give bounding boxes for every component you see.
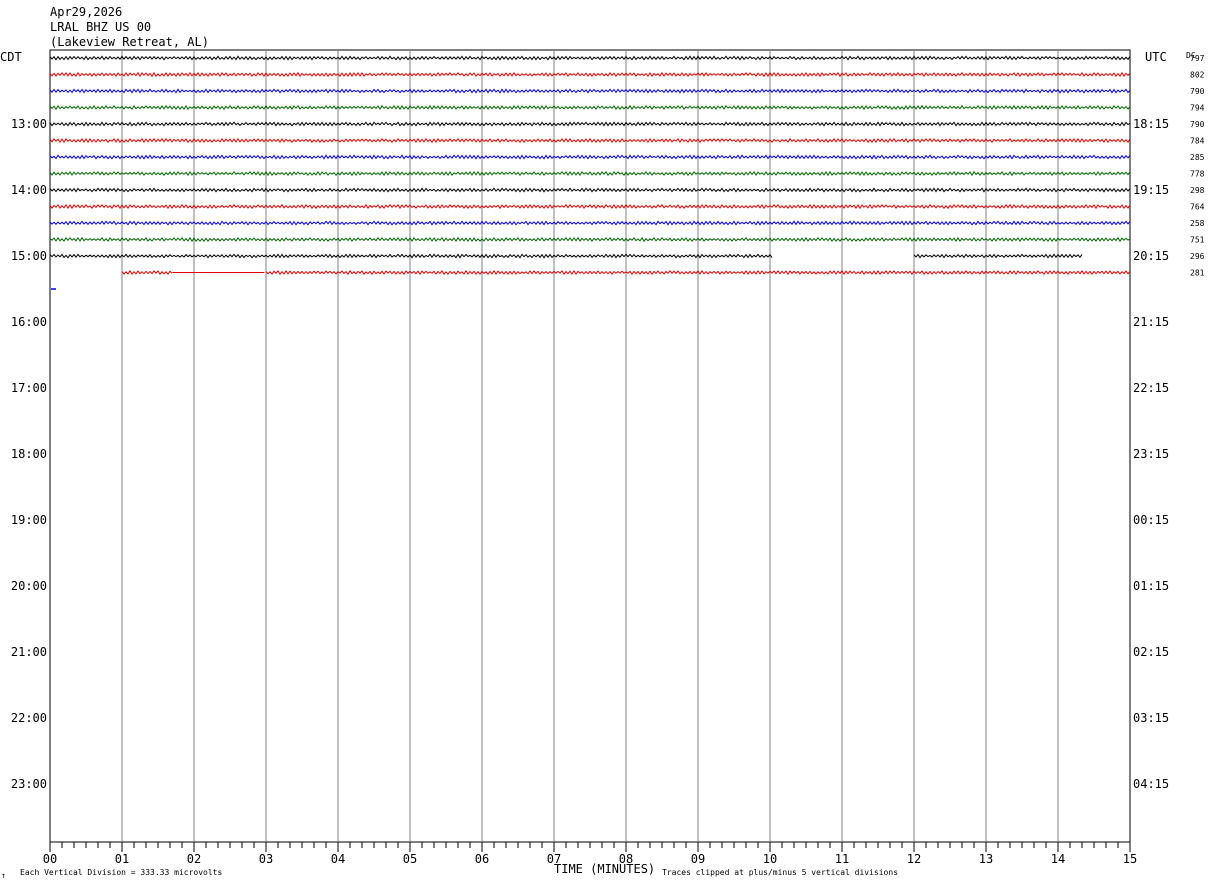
- right-hour-label: 18:15: [1133, 117, 1169, 131]
- right-hour-label: 04:15: [1133, 777, 1169, 791]
- right-hour-label: 23:15: [1133, 447, 1169, 461]
- trace-row-10: [49, 220, 1131, 226]
- x-tick-label: 05: [403, 852, 417, 866]
- x-tick-label: 11: [835, 852, 849, 866]
- x-tick-label: 00: [43, 852, 57, 866]
- dc-value: 794: [1190, 104, 1205, 113]
- trace-row-6: [49, 154, 1131, 160]
- right-hour-label: 00:15: [1133, 513, 1169, 527]
- trace-row-8: [49, 187, 1131, 193]
- trace-row-0: [49, 55, 1131, 61]
- x-tick-label: 15: [1123, 852, 1137, 866]
- right-hour-label: 01:15: [1133, 579, 1169, 593]
- left-hour-label: 19:00: [11, 513, 47, 527]
- trace-row-2: [49, 88, 1131, 94]
- left-hour-label: 15:00: [11, 249, 47, 263]
- left-hour-label: 23:00: [11, 777, 47, 791]
- dc-value: 764: [1190, 203, 1205, 212]
- seismogram-chart: Apr29,2026 LRAL BHZ US 00 (Lakeview Retr…: [0, 5, 1205, 880]
- dc-value: 790: [1190, 120, 1205, 129]
- x-tick-label: 03: [259, 852, 273, 866]
- x-tick-label: 02: [187, 852, 201, 866]
- x-axis-title: TIME (MINUTES): [554, 862, 655, 876]
- left-hour-label: 22:00: [11, 711, 47, 725]
- dc-value: 778: [1190, 170, 1205, 179]
- trace-row-11: [49, 236, 1131, 243]
- left-axis-label: CDT: [0, 50, 22, 64]
- trace-row-12: [913, 253, 1083, 259]
- dc-value: 258: [1190, 219, 1205, 228]
- dc-value: 281: [1190, 269, 1205, 278]
- corner-mark: ↑: [1, 871, 6, 880]
- trace-row-7: [49, 170, 1131, 177]
- left-hour-label: 13:00: [11, 117, 47, 131]
- left-hour-labels: 13:00 14:00 15:00 16:00 17:00 18:00 19:00 20:00…: [11, 117, 47, 791]
- left-hour-label: 17:00: [11, 381, 47, 395]
- trace-row-13: [121, 269, 173, 276]
- header-date: Apr29,2026: [50, 5, 122, 19]
- dc-value: 790: [1190, 87, 1205, 96]
- x-tick-label: 09: [691, 852, 705, 866]
- header-location: (Lakeview Retreat, AL): [50, 35, 209, 49]
- dc-value: 751: [1190, 236, 1205, 245]
- left-hour-label: 14:00: [11, 183, 47, 197]
- dc-value: 298: [1190, 186, 1205, 195]
- right-hour-label: 21:15: [1133, 315, 1169, 329]
- header-station: LRAL BHZ US 00: [50, 20, 151, 34]
- x-tick-label: 10: [763, 852, 777, 866]
- left-hour-label: 18:00: [11, 447, 47, 461]
- left-hour-label: 20:00: [11, 579, 47, 593]
- right-axis-label: UTC: [1145, 50, 1167, 64]
- dc-value: 784: [1190, 137, 1205, 146]
- dc-value: 802: [1190, 71, 1205, 80]
- clip-note: Traces clipped at plus/minus 5 vertical …: [662, 868, 898, 877]
- right-hour-label: 03:15: [1133, 711, 1169, 725]
- right-hour-label: 02:15: [1133, 645, 1169, 659]
- trace-row-9: [49, 203, 1131, 210]
- plot-frame: [49, 49, 1131, 843]
- trace-row-3: [49, 104, 1131, 111]
- right-hour-label: 19:15: [1133, 183, 1169, 197]
- trace-row-12: [49, 253, 773, 259]
- left-hour-label: 16:00: [11, 315, 47, 329]
- right-hour-label: 22:15: [1133, 381, 1169, 395]
- right-hour-label: 20:15: [1133, 249, 1169, 263]
- dc-value: 296: [1190, 252, 1205, 261]
- x-tick-label: 12: [907, 852, 921, 866]
- x-tick-label: 06: [475, 852, 489, 866]
- x-tick-label: 14: [1051, 852, 1065, 866]
- division-note: Each Vertical Division = 333.33 microvol…: [20, 868, 222, 877]
- x-tick-label: 13: [979, 852, 993, 866]
- right-hour-labels: 18:15 19:15 20:15 21:15 22:15 23:15 00:15 01:15…: [1133, 117, 1169, 791]
- trace-row-1: [49, 71, 1131, 78]
- trace-row-4: [49, 121, 1131, 127]
- dc-value: 285: [1190, 153, 1205, 162]
- trace-row-5: [49, 137, 1131, 144]
- left-hour-label: 21:00: [11, 645, 47, 659]
- x-tick-label: 04: [331, 852, 345, 866]
- minute-gridlines: [121, 50, 1059, 842]
- x-tick-label: 01: [115, 852, 129, 866]
- dc-values: 797 802 790 794 790 784 285 778 298 764 258 751 296 2…: [1190, 54, 1205, 278]
- dc-value: 797: [1190, 54, 1205, 63]
- trace-group: [49, 55, 1131, 290]
